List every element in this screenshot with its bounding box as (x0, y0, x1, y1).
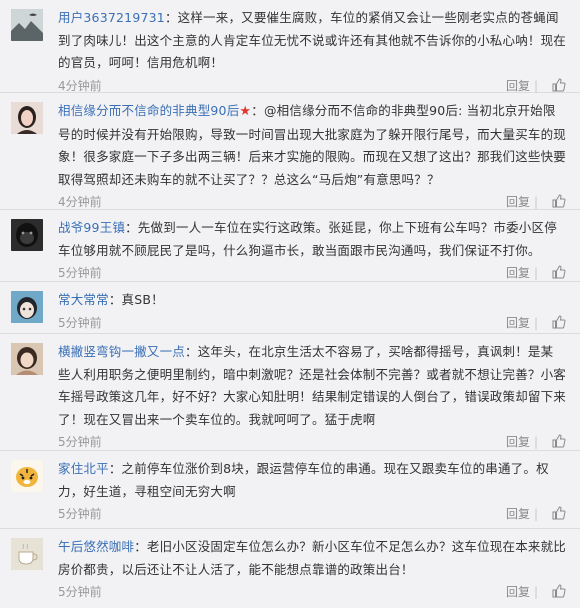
comment-body: ：真SB！ (108, 292, 164, 307)
comment-item: 相信缘分而不信命的非典型90后★：@相信缘分而不信命的非典型90后: 当初北京开… (0, 93, 580, 210)
action-divider: | (533, 435, 538, 449)
comment-username[interactable]: 午后悠然咖啡 (58, 539, 134, 554)
comment-username[interactable]: 家住北平 (58, 461, 109, 476)
comment-item: 战爷99王镇：先做到一人一车位在实行这政策。张延昆，你上下班有公车吗？市委小区停… (0, 210, 580, 282)
comment-text-block: 家住北平：之前停车位涨价到8块，跟运营停车位的串通。现在又跟卖车位的串通了。权力… (58, 458, 566, 503)
like-icon[interactable] (552, 77, 566, 92)
comment-text-block: 用户3637219731：这样一来，又要催生腐败，车位的紧俏又会让一些刚老实点的… (58, 7, 566, 75)
comment-username[interactable]: 战爷99王镇 (58, 220, 125, 235)
comment-time: 5分钟前 (58, 435, 102, 449)
like-icon[interactable] (552, 584, 566, 598)
tea-cup-avatar[interactable] (11, 538, 43, 570)
comment-body: ：之前停车位涨价到8块，跟运营停车位的串通。现在又跟卖车位的串通了。权力，好生道… (58, 461, 549, 499)
like-icon[interactable] (552, 194, 566, 208)
comment-text-block: 午后悠然咖啡：老旧小区没固定车位怎么办？新小区车位不足怎么办？这车位现在本来就比… (58, 536, 566, 581)
comment-actions: 回复 | (502, 581, 566, 603)
vip-star-icon: ★ (239, 104, 252, 119)
comment-text-block: 常大常常：真SB！ (58, 289, 566, 312)
comment-item: 用户3637219731：这样一来，又要催生腐败，车位的紧俏又会让一些刚老实点的… (0, 0, 580, 93)
tiger-avatar[interactable] (11, 460, 43, 492)
reply-button[interactable]: 回复 (506, 507, 530, 521)
comment-body: ：先做到一人一车位在实行这政策。张延昆，你上下班有公车吗？市委小区停车位够用就不… (58, 220, 557, 258)
like-icon[interactable] (552, 506, 566, 520)
action-divider: | (533, 507, 538, 521)
comment-meta: 5分钟前 回复 | (58, 431, 566, 453)
comment-time: 4分钟前 (58, 78, 102, 93)
comment-text-block: 横撇竖弯钩一撇又一点：这年头，在北京生活太不容易了，买啥都得摇号，真讽刺！是某些… (58, 341, 566, 431)
woman-avatar[interactable] (11, 102, 43, 134)
comment-time: 5分钟前 (58, 266, 102, 280)
comment-text-block: 相信缘分而不信命的非典型90后★：@相信缘分而不信命的非典型90后: 当初北京开… (58, 100, 566, 191)
comment-time: 4分钟前 (58, 195, 102, 209)
action-divider: | (533, 315, 538, 330)
reply-button[interactable]: 回复 (506, 195, 530, 209)
comment-meta: 5分钟前 回复 | (58, 581, 566, 603)
comment-actions: 回复 | (502, 431, 566, 453)
action-divider: | (533, 195, 538, 209)
reply-button[interactable]: 回复 (506, 79, 530, 93)
like-icon[interactable] (552, 265, 566, 279)
action-divider: | (533, 266, 538, 280)
comment-meta: 5分钟前 回复 | (58, 262, 566, 284)
comment-actions: 回复 | (502, 503, 566, 525)
comment-time: 5分钟前 (58, 507, 102, 521)
like-icon[interactable] (552, 434, 566, 448)
comment-item: 家住北平：之前停车位涨价到8块，跟运营停车位的串通。现在又跟卖车位的串通了。权力… (0, 451, 580, 529)
reply-button[interactable]: 回复 (506, 266, 530, 280)
action-divider: | (533, 585, 538, 599)
comment-list: 用户3637219731：这样一来，又要催生腐败，车位的紧俏又会让一些刚老实点的… (0, 0, 580, 608)
comment-time: 5分钟前 (58, 585, 102, 599)
comment-item: 午后悠然咖啡：老旧小区没固定车位怎么办？新小区车位不足怎么办？这车位现在本来就比… (0, 529, 580, 608)
gorilla-avatar[interactable] (11, 219, 43, 251)
comment-item: 横撇竖弯钩一撇又一点：这年头，在北京生活太不容易了，买啥都得摇号，真讽刺！是某些… (0, 334, 580, 451)
comment-text-block: 战爷99王镇：先做到一人一车位在实行这政策。张延昆，你上下班有公车吗？市委小区停… (58, 217, 566, 262)
comment-time: 5分钟前 (58, 315, 102, 330)
girl-avatar[interactable] (11, 343, 43, 375)
comment-username[interactable]: 常大常常 (58, 292, 109, 307)
comment-username[interactable]: 横撇竖弯钩一撇又一点 (58, 344, 185, 359)
comment-actions: 回复 | (502, 312, 566, 334)
reply-button[interactable]: 回复 (506, 435, 530, 449)
reply-button[interactable]: 回复 (506, 585, 530, 599)
comment-item: 常大常常：真SB！ 5分钟前 回复 | (0, 282, 580, 334)
cartoon-girl-avatar[interactable] (11, 291, 43, 323)
comment-username[interactable]: 相信缘分而不信命的非典型90后 (58, 103, 239, 118)
comment-actions: 回复 | (502, 262, 566, 284)
comment-body: ：老旧小区没固定车位怎么办？新小区车位不足怎么办？这车位现在本来就比房价都贵，以… (58, 539, 567, 577)
landscape-avatar[interactable] (11, 9, 43, 41)
reply-button[interactable]: 回复 (506, 316, 530, 330)
comment-meta: 5分钟前 回复 | (58, 503, 566, 525)
like-icon[interactable] (552, 314, 566, 329)
comment-username[interactable]: 用户3637219731 (58, 10, 165, 25)
comment-meta: 5分钟前 回复 | (58, 312, 566, 334)
action-divider: | (533, 78, 538, 93)
